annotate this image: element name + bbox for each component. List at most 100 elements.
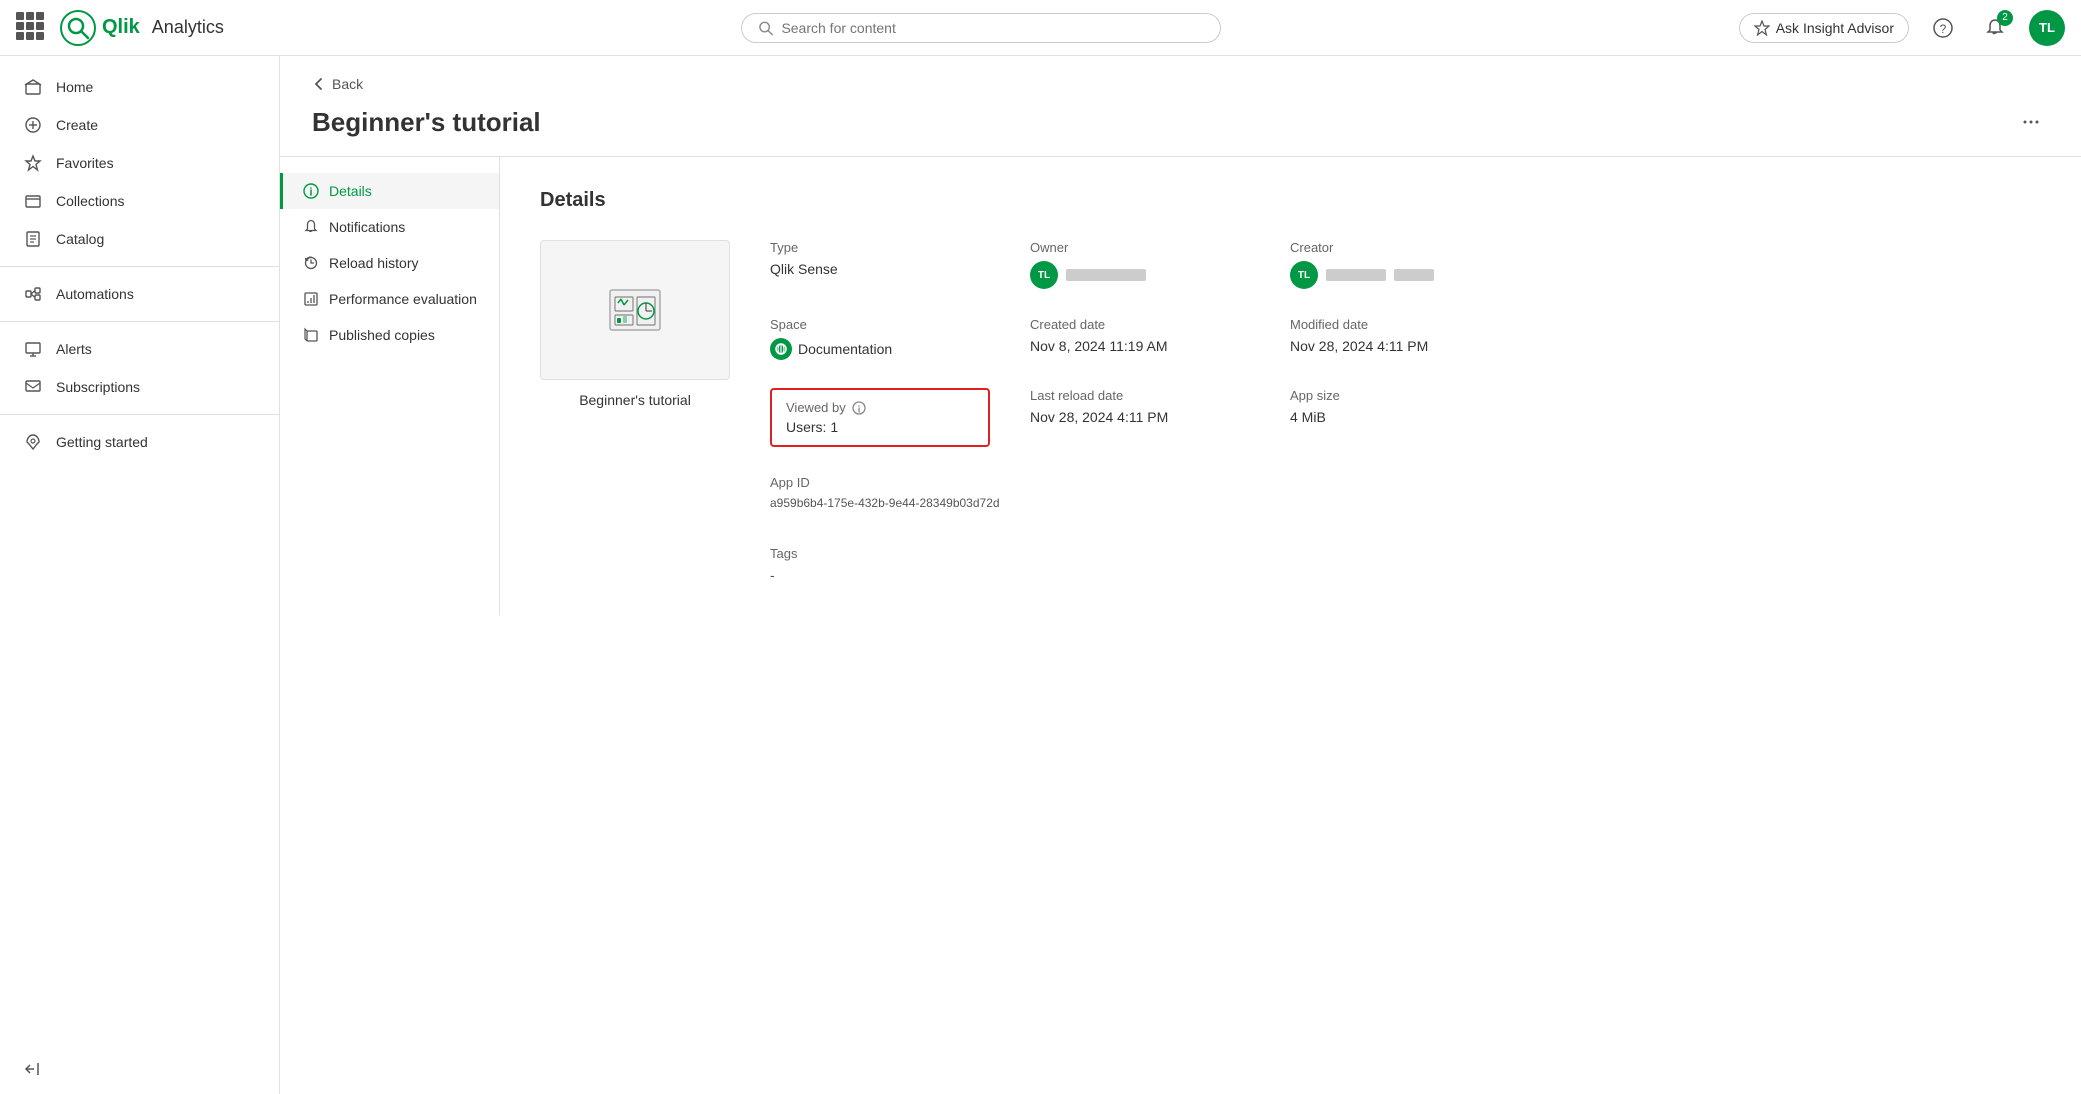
sidebar-item-label: Getting started	[56, 434, 148, 450]
grid-menu-icon[interactable]	[16, 12, 48, 44]
star-icon	[24, 154, 42, 172]
performance-icon	[303, 291, 319, 307]
published-copies-icon	[303, 327, 319, 343]
qlik-logo[interactable]: Qlik	[60, 10, 140, 46]
navbar: Qlik Analytics Ask Insight Advisor ?	[0, 0, 2081, 56]
back-chevron-icon	[312, 77, 326, 91]
space-icon	[770, 338, 792, 360]
app-brand: Analytics	[152, 17, 224, 38]
sidebar-divider	[0, 266, 279, 267]
sidebar-item-catalog[interactable]: Catalog	[0, 220, 279, 258]
help-icon: ?	[1933, 18, 1953, 38]
detail-top: Beginner's tutorial Type Qlik Sense	[540, 240, 2041, 583]
sub-nav-reload-history[interactable]: Reload history	[280, 245, 499, 281]
notifications-button[interactable]: 2	[1977, 10, 2013, 46]
sidebar-item-label: Subscriptions	[56, 379, 140, 395]
creator-avatar: TL	[1290, 261, 1318, 289]
content-area: Back Beginner's tutorial	[280, 56, 2081, 1094]
field-tags: Tags -	[770, 546, 1510, 583]
sidebar-item-automations[interactable]: Automations	[0, 275, 279, 313]
field-owner: Owner TL	[1030, 240, 1250, 289]
more-dots-icon	[2021, 112, 2041, 132]
creator-name-redacted	[1326, 269, 1386, 281]
sidebar-item-label: Create	[56, 117, 98, 133]
viewed-by-box: Viewed by Users: 1	[770, 388, 990, 447]
sidebar-item-getting-started[interactable]: Getting started	[0, 423, 279, 461]
sidebar-item-label: Collections	[56, 193, 124, 209]
sidebar-collapse[interactable]	[0, 1044, 279, 1094]
sub-nav-notifications[interactable]: Notifications	[280, 209, 499, 245]
sidebar-item-home[interactable]: Home	[0, 68, 279, 106]
creator-name-redacted-2	[1394, 269, 1434, 281]
sidebar-item-label: Home	[56, 79, 93, 95]
search-input[interactable]	[781, 20, 1204, 36]
space-value: Documentation	[770, 338, 990, 360]
insight-advisor-button[interactable]: Ask Insight Advisor	[1739, 13, 1909, 43]
insight-icon	[1754, 20, 1770, 36]
collapse-icon	[24, 1060, 42, 1078]
search-box[interactable]	[741, 13, 1221, 43]
viewed-label-row: Viewed by	[786, 400, 974, 415]
sidebar-item-alerts[interactable]: Alerts	[0, 330, 279, 368]
page-title: Beginner's tutorial	[312, 107, 541, 138]
back-header: Back	[280, 56, 2081, 100]
sub-nav: Details Notifications	[280, 157, 500, 615]
home-icon	[24, 78, 42, 96]
subscriptions-icon	[24, 378, 42, 396]
page-title-row: Beginner's tutorial	[280, 100, 2081, 157]
sidebar-item-collections[interactable]: Collections	[0, 182, 279, 220]
owner-value: TL	[1030, 261, 1250, 289]
app-preview: Beginner's tutorial	[540, 240, 730, 408]
sidebar-item-create[interactable]: Create	[0, 106, 279, 144]
details-grid: Type Qlik Sense Owner TL	[770, 240, 2041, 583]
app-thumbnail-icon	[605, 285, 665, 335]
creator-value: TL	[1290, 261, 1510, 289]
plus-icon	[24, 116, 42, 134]
sidebar-divider-2	[0, 321, 279, 322]
alerts-icon	[24, 340, 42, 358]
notification-badge: 2	[1997, 10, 2013, 26]
more-options-button[interactable]	[2013, 104, 2049, 140]
app-thumbnail	[540, 240, 730, 380]
sub-nav-details[interactable]: Details	[280, 173, 499, 209]
sidebar-item-label: Favorites	[56, 155, 114, 171]
automations-icon	[24, 285, 42, 303]
sidebar-item-label: Alerts	[56, 341, 92, 357]
detail-area: Details	[500, 157, 2081, 615]
viewed-by-info-icon	[852, 401, 866, 415]
field-viewed-by: Viewed by Users: 1	[770, 388, 990, 447]
user-avatar[interactable]: TL	[2029, 10, 2065, 46]
catalog-icon	[24, 230, 42, 248]
field-last-reload: Last reload date Nov 28, 2024 4:11 PM	[1030, 388, 1250, 447]
collections-icon	[24, 192, 42, 210]
sidebar: Home Create Favorites	[0, 56, 280, 1094]
sidebar-item-subscriptions[interactable]: Subscriptions	[0, 368, 279, 406]
rocket-icon	[24, 433, 42, 451]
field-creator: Creator TL	[1290, 240, 1510, 289]
search-icon	[758, 20, 773, 36]
sidebar-divider-3	[0, 414, 279, 415]
field-app-id: App ID a959b6b4-175e-432b-9e44-28349b03d…	[770, 475, 1250, 510]
details-icon	[303, 183, 319, 199]
space-inner-icon	[774, 342, 788, 356]
content-inner: Details Notifications	[280, 157, 2081, 615]
owner-name-redacted	[1066, 269, 1146, 281]
details-section-title: Details	[540, 189, 2041, 212]
sub-nav-performance[interactable]: Performance evaluation	[280, 281, 499, 317]
field-space: Space Documentat	[770, 317, 990, 360]
field-app-size: App size 4 MiB	[1290, 388, 1510, 447]
back-button[interactable]: Back	[312, 76, 363, 92]
app-preview-name: Beginner's tutorial	[579, 392, 691, 408]
svg-text:?: ?	[1940, 22, 1947, 36]
sub-nav-published[interactable]: Published copies	[280, 317, 499, 353]
sidebar-item-label: Catalog	[56, 231, 104, 247]
field-type: Type Qlik Sense	[770, 240, 990, 289]
field-modified-date: Modified date Nov 28, 2024 4:11 PM	[1290, 317, 1510, 360]
sidebar-item-favorites[interactable]: Favorites	[0, 144, 279, 182]
sidebar-item-label: Automations	[56, 286, 134, 302]
notification-icon	[303, 219, 319, 235]
help-button[interactable]: ?	[1925, 10, 1961, 46]
field-created-date: Created date Nov 8, 2024 11:19 AM	[1030, 317, 1250, 360]
owner-avatar: TL	[1030, 261, 1058, 289]
qlik-wordmark: Qlik	[102, 16, 140, 39]
